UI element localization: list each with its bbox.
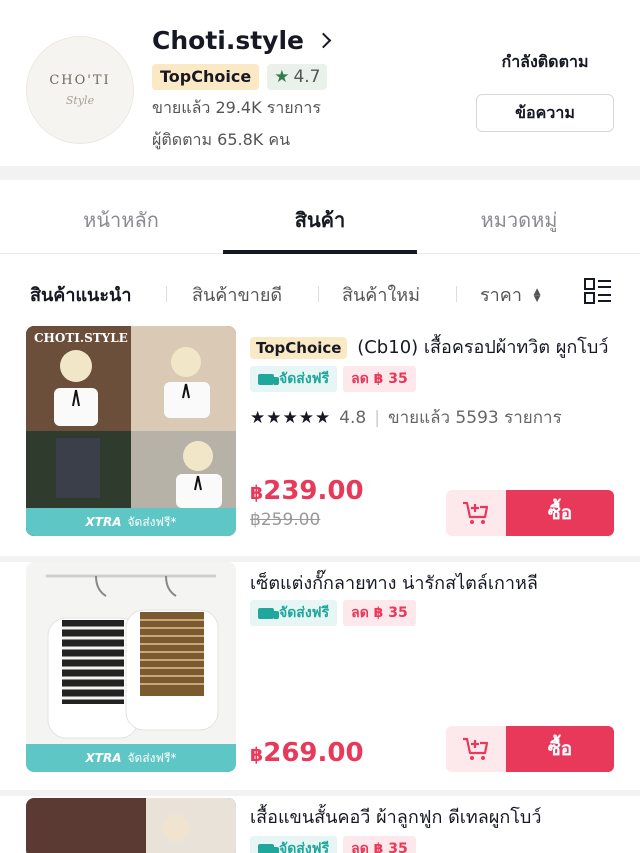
price-value: 269.00 <box>263 738 364 768</box>
product-title-text: (Cb10) เสื้อครอปผ้าทวิต ผูกโบว์ <box>357 337 609 358</box>
free-shipping-label: จัดส่งฟรี <box>279 605 330 621</box>
tab-products[interactable]: สินค้า <box>223 204 417 236</box>
shop-rating: 4.7 <box>293 67 321 87</box>
xtra-label: XTRA <box>85 751 122 765</box>
add-to-cart-icon <box>463 501 489 524</box>
shop-followers: ผู้ติดตาม 65.8K คน <box>152 130 291 149</box>
buy-button[interactable]: ซื้อ <box>506 490 614 536</box>
filter-price-label: ราคา <box>480 285 522 306</box>
filter-divider <box>456 286 457 302</box>
free-shipping-chip: จัดส่งฟรี <box>250 366 338 392</box>
logo-text: CHO'TI <box>49 73 111 88</box>
tab-categories[interactable]: หมวดหมู่ <box>446 204 592 236</box>
xtra-banner: XTRA จัดส่งฟรี* <box>26 508 236 536</box>
filter-best-selling[interactable]: สินค้าขายดี <box>192 280 282 309</box>
free-shipping-chip: จัดส่งฟรี <box>250 836 338 853</box>
shop-name: Choti.style <box>152 26 304 55</box>
filter-recommended[interactable]: สินค้าแนะนำ <box>30 280 131 309</box>
free-shipping-chip: จัดส่งฟรี <box>250 600 338 626</box>
discount-chip: ลด ฿ 35 <box>343 600 416 626</box>
product-price: ฿269.00 <box>250 738 364 768</box>
discount-chip: ลด ฿ 35 <box>343 366 416 392</box>
truck-icon <box>258 843 279 853</box>
product-photo: CHOTI.STYLE <box>26 326 236 536</box>
add-to-cart-button[interactable] <box>446 490 506 536</box>
xtra-banner: XTRA จัดส่งฟรี* <box>26 744 236 772</box>
product-photo <box>26 562 236 772</box>
filter-bar: สินค้าแนะนำ สินค้าขายดี สินค้าใหม่ ราคา … <box>0 254 640 324</box>
tab-home[interactable]: หน้าหลัก <box>48 204 194 236</box>
buy-button[interactable]: ซื้อ <box>506 726 614 772</box>
product-photo <box>26 798 236 853</box>
product-title[interactable]: เซ็ตแต่งกั๊กลายทาง น่ารักสไตล์เกาหลี <box>250 568 622 597</box>
free-shipping-label: จัดส่งฟรี <box>279 371 330 387</box>
chevron-right-icon <box>315 32 332 49</box>
promo-chips: จัดส่งฟรี ลด ฿ 35 <box>250 836 416 853</box>
original-price: ฿259.00 <box>250 510 321 530</box>
free-shipping-label: จัดส่งฟรี <box>279 841 330 853</box>
truck-icon <box>258 373 279 385</box>
shop-tabs: หน้าหลัก สินค้า หมวดหมู่ <box>0 180 640 254</box>
product-price: ฿239.00 <box>250 476 364 506</box>
add-to-cart-button[interactable] <box>446 726 506 772</box>
list-view-icon[interactable] <box>584 278 612 304</box>
xtra-text: จัดส่งฟรี* <box>127 514 177 529</box>
add-to-cart-icon <box>463 737 489 760</box>
promo-chips: จัดส่งฟรี ลด ฿ 35 <box>250 366 416 392</box>
rating-stars-icon: ★★★★★ <box>250 407 332 428</box>
product-card[interactable]: XTRA จัดส่งฟรี* เซ็ตแต่งกั๊กลายทาง น่ารั… <box>0 562 640 790</box>
product-image[interactable] <box>26 798 236 853</box>
topchoice-badge: TopChoice <box>152 64 260 90</box>
xtra-text: จัดส่งฟรี* <box>127 750 177 765</box>
topchoice-badge: TopChoice <box>250 337 348 359</box>
shop-sold-count: ขายแล้ว 29.4K รายการ <box>152 98 321 117</box>
shop-logo[interactable]: CHO'TI Style <box>26 36 134 144</box>
shop-name-link[interactable]: Choti.style <box>152 26 332 55</box>
image-brand-text: CHOTI.STYLE <box>34 331 128 345</box>
filter-price[interactable]: ราคา ▲ ▼ <box>480 280 541 309</box>
discount-chip: ลด ฿ 35 <box>343 836 416 853</box>
filter-divider <box>166 286 167 302</box>
rating-divider: | <box>374 407 380 428</box>
message-button[interactable]: ข้อความ <box>476 94 614 132</box>
xtra-label: XTRA <box>85 515 122 529</box>
sort-arrows-icon: ▲ ▼ <box>533 287 541 304</box>
shop-header: CHO'TI Style Choti.style TopChoice ★ 4.7… <box>0 0 640 166</box>
product-rating: 4.8 <box>339 407 367 428</box>
shop-rating-badge: ★ 4.7 <box>267 64 328 90</box>
star-icon: ★ <box>274 67 290 87</box>
truck-icon <box>258 607 279 619</box>
product-image[interactable]: XTRA จัดส่งฟรี* <box>26 562 236 772</box>
filter-divider <box>318 286 319 302</box>
product-image[interactable]: CHOTI.STYLE XTRA จัดส่งฟรี* <box>26 326 236 536</box>
product-rating-row: ★★★★★ 4.8 | ขายแล้ว 5593 รายการ <box>250 404 562 431</box>
following-button[interactable]: กำลังติดตาม <box>476 50 614 75</box>
price-value: 239.00 <box>263 476 364 506</box>
promo-chips: จัดส่งฟรี ลด ฿ 35 <box>250 600 416 626</box>
currency-symbol: ฿ <box>250 744 264 766</box>
logo-subtext: Style <box>65 94 95 107</box>
product-sold-count: ขายแล้ว 5593 รายการ <box>387 408 562 428</box>
product-title[interactable]: เสื้อแขนสั้นคอวี ผ้าลูกฟูก ดีเทลผูกโบว์ <box>250 802 622 831</box>
product-title[interactable]: TopChoice (Cb10) เสื้อครอปผ้าทวิต ผูกโบว… <box>250 332 622 361</box>
product-card[interactable]: เสื้อแขนสั้นคอวี ผ้าลูกฟูก ดีเทลผูกโบว์ … <box>0 796 640 853</box>
currency-symbol: ฿ <box>250 482 264 504</box>
filter-new[interactable]: สินค้าใหม่ <box>342 280 420 309</box>
shop-badges: TopChoice ★ 4.7 <box>152 64 328 90</box>
product-card[interactable]: CHOTI.STYLE XTRA จัดส่งฟรี* TopChoice (C… <box>0 324 640 556</box>
